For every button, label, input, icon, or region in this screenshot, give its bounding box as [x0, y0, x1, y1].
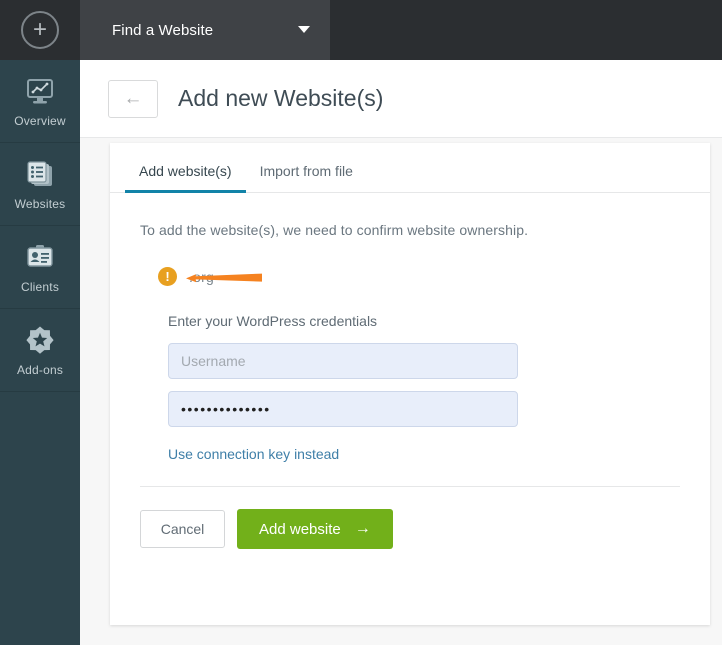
site-domain: .org	[186, 268, 262, 285]
add-button-cell: +	[0, 0, 80, 60]
page-title: Add new Website(s)	[178, 85, 384, 111]
sidebar-item-overview[interactable]: Overview	[0, 60, 80, 143]
add-website-button[interactable]: Add website →	[237, 509, 393, 549]
top-bar: + Find a Website	[0, 0, 722, 60]
warning-glyph: !	[165, 269, 170, 284]
id-card-icon	[25, 241, 55, 275]
sidebar: Overview Websites Clients Add-ons	[0, 60, 80, 645]
monitor-chart-icon	[25, 75, 55, 109]
credentials-heading: Enter your WordPress credentials	[168, 313, 378, 329]
back-arrow-icon[interactable]: ←	[108, 79, 158, 118]
use-connection-key-link[interactable]: Use connection key instead	[168, 446, 339, 462]
add-website-card: Add website(s) Import from file To add t…	[110, 143, 710, 625]
username-input[interactable]	[168, 343, 518, 379]
warning-exclamation-icon: !	[158, 267, 177, 286]
page-header: ← Add new Website(s)	[80, 60, 722, 138]
sidebar-item-label: Clients	[20, 279, 60, 294]
plus-icon[interactable]: +	[21, 11, 59, 49]
sidebar-item-websites[interactable]: Websites	[0, 143, 80, 226]
site-selector-dropdown[interactable]: Find a Website	[80, 0, 330, 60]
sidebar-item-label: Overview	[14, 113, 66, 128]
add-website-label: Add website	[259, 520, 341, 538]
stacked-list-icon	[25, 158, 55, 192]
star-badge-icon	[25, 324, 55, 358]
site-selector-label: Find a Website	[112, 21, 214, 39]
arrow-right-icon: →	[354, 520, 371, 537]
tab-bar: Add website(s) Import from file	[110, 143, 710, 193]
password-input[interactable]	[168, 391, 518, 427]
sidebar-item-clients[interactable]: Clients	[0, 226, 80, 309]
site-domain-text: .org	[189, 268, 214, 285]
sidebar-item-label: Add-ons	[16, 362, 64, 377]
tab-import-from-file[interactable]: Import from file	[246, 163, 367, 192]
action-row: Cancel Add website →	[140, 509, 680, 549]
chevron-down-icon	[298, 26, 310, 33]
tab-add-websites[interactable]: Add website(s)	[125, 163, 246, 193]
sidebar-item-label: Websites	[14, 196, 66, 211]
form-divider	[140, 486, 680, 487]
content-area: Add website(s) Import from file To add t…	[80, 138, 722, 645]
card-body: To add the website(s), we need to confir…	[110, 222, 710, 549]
app-root: + Find a Website Overview Websites Clien…	[0, 0, 722, 645]
intro-text: To add the website(s), we need to confir…	[140, 222, 529, 238]
site-row: ! .org	[140, 267, 680, 286]
sidebar-item-addons[interactable]: Add-ons	[0, 309, 80, 392]
cancel-button[interactable]: Cancel	[140, 510, 225, 548]
